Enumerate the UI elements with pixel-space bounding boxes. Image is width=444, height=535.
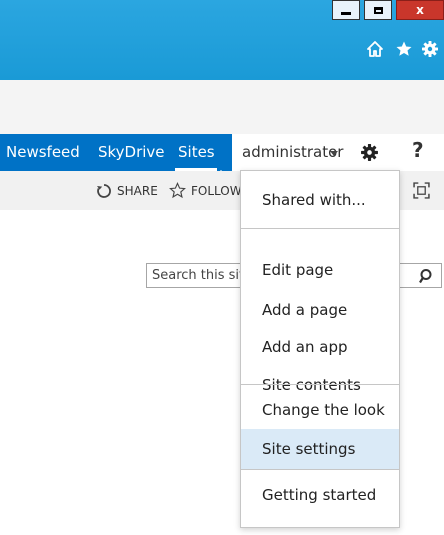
help-button[interactable]: ? — [394, 134, 444, 171]
minimize-button[interactable] — [332, 0, 360, 20]
maximize-button[interactable] — [364, 0, 392, 20]
menu-item-site-settings[interactable]: Site settings — [241, 429, 399, 469]
browser-title-bar: x — [0, 0, 444, 80]
search-input[interactable]: Search this site — [152, 264, 252, 287]
menu-separator — [241, 228, 399, 229]
menu-item-add-an-app[interactable]: Add an app — [241, 327, 399, 367]
menu-item-add-a-page[interactable]: Add a page — [241, 290, 399, 330]
browser-toolbar-area — [0, 80, 444, 134]
menu-separator — [241, 384, 399, 385]
menu-item-shared-with[interactable]: Shared with... — [241, 180, 399, 220]
share-label: SHARE — [117, 183, 158, 198]
settings-button[interactable] — [348, 134, 394, 171]
gear-icon[interactable] — [421, 40, 439, 58]
user-menu-button[interactable]: administrator — [232, 134, 348, 171]
menu-separator — [241, 469, 399, 470]
help-icon: ? — [412, 138, 424, 162]
suite-bar: Newsfeed SkyDrive Sites administrator ? — [0, 134, 444, 171]
menu-item-change-the-look[interactable]: Change the look — [241, 390, 399, 430]
follow-label: FOLLOW — [191, 183, 242, 198]
chevron-down-icon — [330, 151, 338, 156]
user-name: administrator — [242, 143, 344, 161]
focus-on-content-icon[interactable] — [413, 182, 430, 199]
maximize-icon — [373, 6, 383, 14]
star-outline-icon — [169, 182, 186, 199]
menu-item-edit-page[interactable]: Edit page — [241, 250, 399, 290]
close-button[interactable]: x — [396, 0, 444, 20]
nav-skydrive[interactable]: SkyDrive — [98, 134, 165, 171]
nav-newsfeed[interactable]: Newsfeed — [6, 134, 80, 171]
share-icon — [97, 183, 111, 198]
gear-icon — [361, 144, 378, 161]
minimize-icon — [341, 11, 351, 15]
star-icon[interactable] — [395, 40, 413, 58]
nav-sites[interactable]: Sites — [178, 134, 215, 171]
menu-item-getting-started[interactable]: Getting started — [241, 475, 399, 515]
share-button[interactable]: SHARE — [96, 171, 158, 210]
home-icon[interactable] — [366, 40, 384, 58]
settings-menu: Shared with... Edit page Add a page Add … — [240, 170, 400, 528]
search-icon[interactable] — [419, 268, 435, 284]
close-icon: x — [416, 3, 424, 17]
follow-button[interactable]: FOLLOW — [169, 171, 242, 210]
